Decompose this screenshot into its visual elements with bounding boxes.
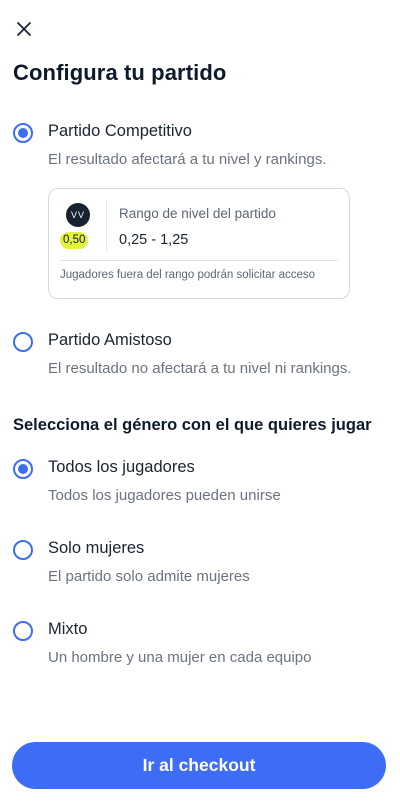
option-description: El resultado no afectará a tu nivel ni r…: [48, 360, 352, 377]
gender-section-title: Selecciona el género con el que quieres …: [13, 416, 372, 434]
radio-mixed[interactable]: [13, 621, 33, 641]
avatar: VV: [66, 203, 90, 227]
option-mixed[interactable]: Mixto Un hombre y una mujer en cada equi…: [13, 620, 387, 670]
option-label: Todos los jugadores: [48, 458, 195, 476]
checkout-button[interactable]: Ir al checkout: [12, 742, 386, 789]
close-icon: [17, 22, 31, 36]
option-description: El partido solo admite mujeres: [48, 568, 250, 585]
card-divider: [106, 201, 107, 251]
option-label: Partido Amistoso: [48, 331, 172, 349]
option-all-players[interactable]: Todos los jugadores Todos los jugadores …: [13, 458, 387, 508]
radio-competitive-selected[interactable]: [13, 123, 33, 143]
radio-friendly[interactable]: [13, 332, 33, 352]
radio-all-players-selected[interactable]: [13, 459, 33, 479]
option-friendly-match[interactable]: Partido Amistoso El resultado no afectar…: [13, 331, 387, 381]
level-range-card: VV 0,50 Rango de nivel del partido 0,25 …: [48, 188, 350, 299]
player-level-badge: 0,50: [60, 232, 89, 249]
option-label: Partido Competitivo: [48, 122, 192, 140]
range-note: Jugadores fuera del rango podrán solicit…: [60, 269, 316, 281]
range-value: 0,25 - 1,25: [119, 232, 189, 248]
option-description: El resultado afectará a tu nivel y ranki…: [48, 151, 327, 168]
page-title: Configura tu partido: [13, 60, 227, 85]
close-button[interactable]: [13, 18, 35, 40]
card-divider: [60, 260, 338, 261]
option-description: Todos los jugadores pueden unirse: [48, 487, 281, 504]
option-competitive-match[interactable]: Partido Competitivo El resultado afectar…: [13, 122, 387, 172]
checkout-button-label: Ir al checkout: [142, 755, 256, 775]
option-label: Mixto: [48, 620, 88, 638]
option-women-only[interactable]: Solo mujeres El partido solo admite muje…: [13, 539, 387, 589]
radio-women-only[interactable]: [13, 540, 33, 560]
range-title: Rango de nivel del partido: [119, 206, 276, 221]
option-label: Solo mujeres: [48, 539, 145, 557]
option-description: Un hombre y una mujer en cada equipo: [48, 649, 312, 666]
